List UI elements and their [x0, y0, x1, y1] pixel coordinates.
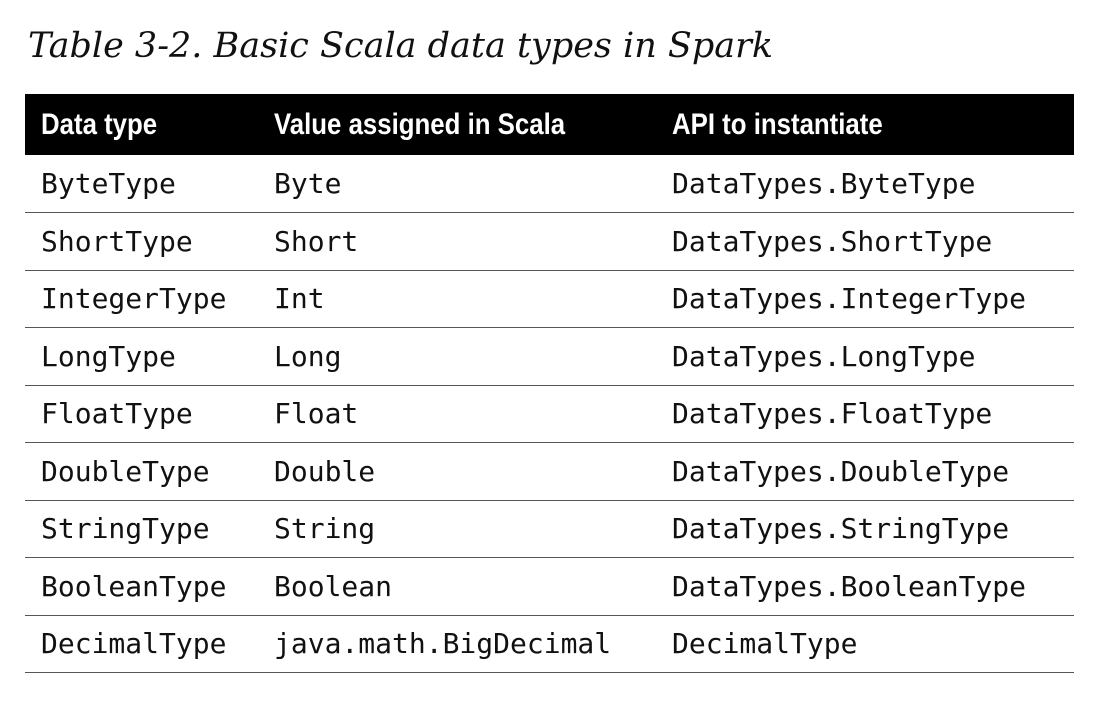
- table-row: IntegerType Int DataTypes.IntegerType: [25, 270, 1074, 328]
- cell-api: DataTypes.BooleanType: [656, 557, 1074, 616]
- cell-data-type: ByteType: [25, 155, 258, 213]
- cell-api: DataTypes.ByteType: [656, 155, 1074, 213]
- cell-api: DecimalType: [656, 615, 1074, 673]
- table-row: StringType String DataTypes.StringType: [25, 500, 1074, 558]
- table-row: LongType Long DataTypes.LongType: [25, 327, 1074, 386]
- cell-scala-value: Byte: [258, 155, 656, 213]
- table-row: ByteType Byte DataTypes.ByteType: [25, 155, 1074, 213]
- cell-data-type: DecimalType: [25, 615, 258, 673]
- cell-scala-value: java.math.BigDecimal: [258, 615, 656, 673]
- table-row: ShortType Short DataTypes.ShortType: [25, 212, 1074, 271]
- cell-api: DataTypes.FloatType: [656, 385, 1074, 443]
- table-header-row: Data type Value assigned in Scala API to…: [25, 94, 1074, 155]
- cell-data-type: FloatType: [25, 385, 258, 443]
- cell-data-type: IntegerType: [25, 270, 258, 328]
- cell-scala-value: String: [258, 500, 656, 558]
- header-api-to-instantiate: API to instantiate: [672, 107, 883, 141]
- cell-api: DataTypes.IntegerType: [656, 270, 1074, 328]
- cell-api: DataTypes.LongType: [656, 327, 1074, 386]
- cell-scala-value: Int: [258, 270, 656, 328]
- cell-scala-value: Short: [258, 212, 656, 271]
- header-data-type: Data type: [41, 107, 158, 141]
- table-row: DoubleType Double DataTypes.DoubleType: [25, 442, 1074, 501]
- cell-data-type: DoubleType: [25, 442, 258, 501]
- table-caption: Table 3-2. Basic Scala data types in Spa…: [28, 26, 774, 66]
- cell-data-type: LongType: [25, 327, 258, 386]
- table-row: BooleanType Boolean DataTypes.BooleanTyp…: [25, 557, 1074, 616]
- table-row: DecimalType java.math.BigDecimal Decimal…: [25, 615, 1074, 673]
- cell-api: DataTypes.ShortType: [656, 212, 1074, 271]
- data-types-table: Data type Value assigned in Scala API to…: [25, 94, 1074, 673]
- table-row: FloatType Float DataTypes.FloatType: [25, 385, 1074, 443]
- cell-scala-value: Boolean: [258, 557, 656, 616]
- cell-scala-value: Float: [258, 385, 656, 443]
- cell-api: DataTypes.StringType: [656, 500, 1074, 558]
- cell-data-type: ShortType: [25, 212, 258, 271]
- cell-data-type: BooleanType: [25, 557, 258, 616]
- cell-scala-value: Double: [258, 442, 656, 501]
- cell-data-type: StringType: [25, 500, 258, 558]
- cell-scala-value: Long: [258, 327, 656, 386]
- cell-api: DataTypes.DoubleType: [656, 442, 1074, 501]
- header-value-assigned: Value assigned in Scala: [274, 107, 566, 141]
